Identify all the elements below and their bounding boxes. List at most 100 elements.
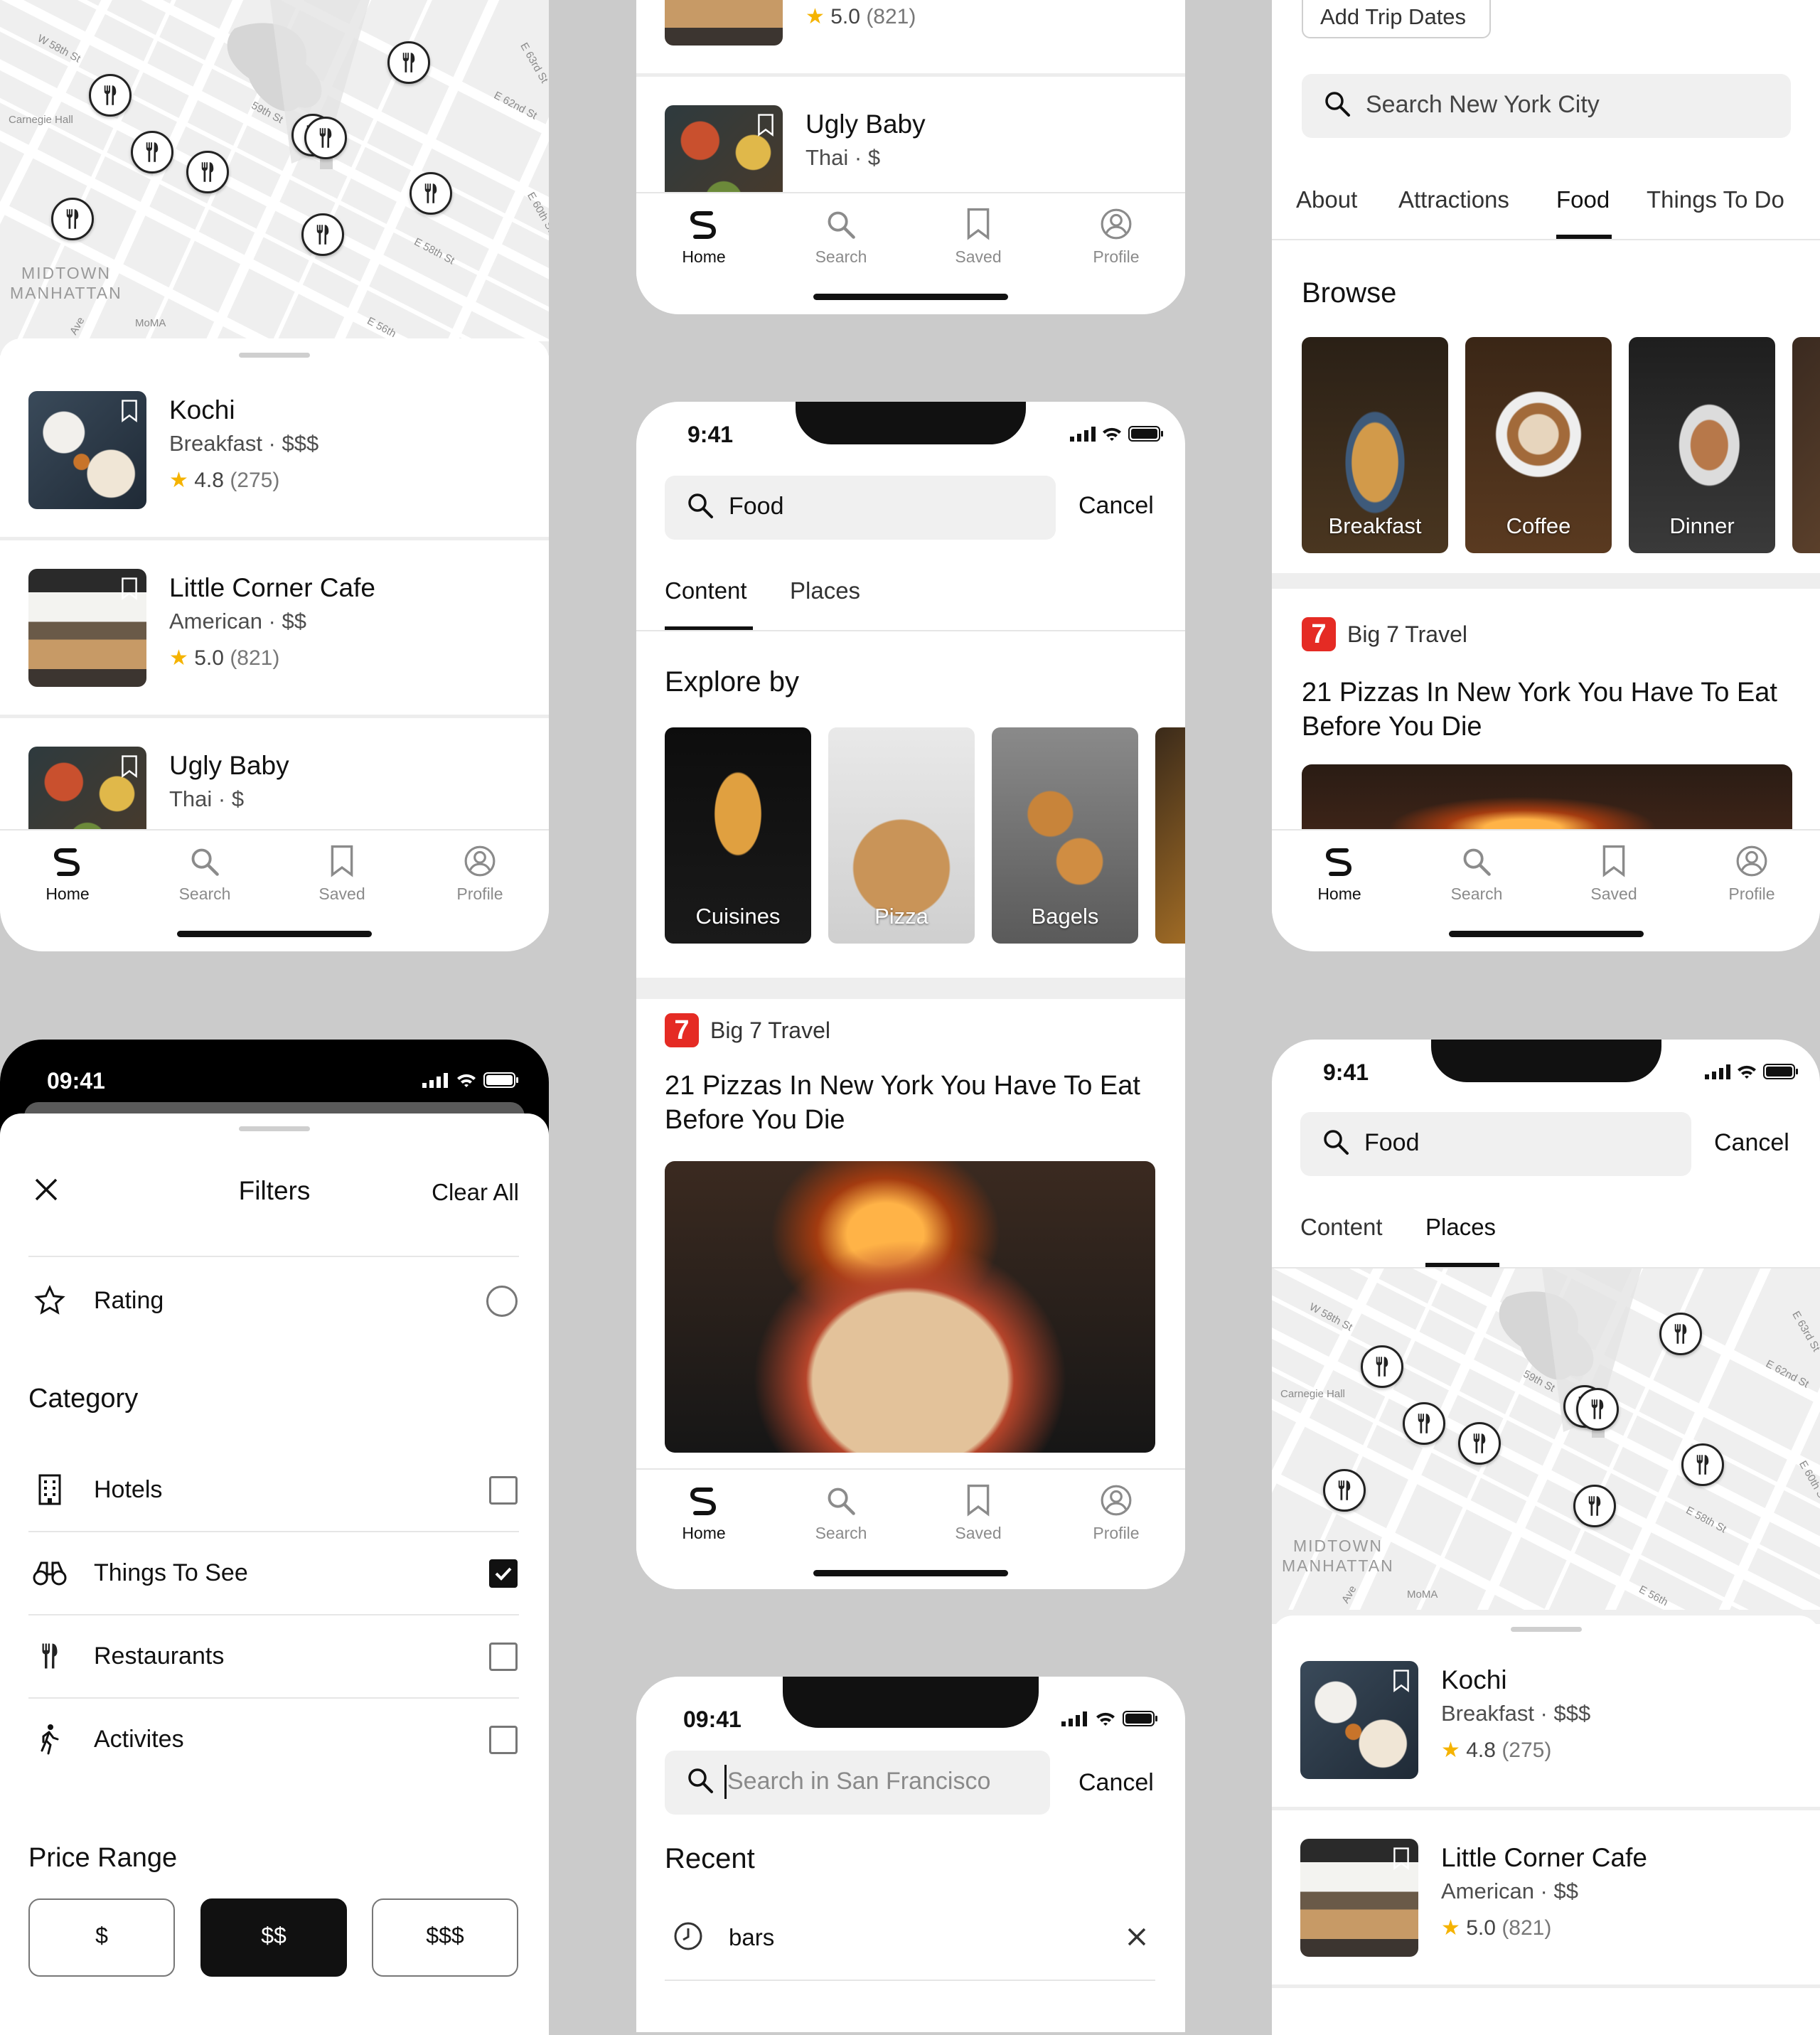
tab-home[interactable]: Home bbox=[1286, 840, 1393, 904]
list-item[interactable]: ★ 5.0 (821) bbox=[636, 0, 1185, 77]
tab-things-to-do[interactable]: Things To Do bbox=[1647, 186, 1784, 213]
restaurant-pin[interactable] bbox=[131, 131, 173, 173]
home-logo-icon bbox=[690, 1485, 718, 1517]
tab-food[interactable]: Food bbox=[1556, 186, 1610, 213]
city-search-placeholder: Search New York City bbox=[1366, 91, 1600, 118]
tab-attractions[interactable]: Attractions bbox=[1398, 186, 1509, 213]
restaurant-pin[interactable] bbox=[1681, 1443, 1724, 1486]
sheet-handle[interactable] bbox=[239, 353, 310, 358]
list-item[interactable]: Little Corner Cafe American · $$ ★ 5.0 (… bbox=[1272, 1810, 1820, 1988]
tab-home[interactable]: Home bbox=[651, 1480, 757, 1543]
status-time: 9:41 bbox=[1323, 1059, 1369, 1085]
recent-item[interactable]: bars bbox=[665, 1897, 1155, 1981]
browse-tile-more[interactable] bbox=[1792, 337, 1820, 553]
checkbox-hotels[interactable] bbox=[489, 1476, 518, 1505]
tab-profile[interactable]: Profile bbox=[427, 840, 533, 904]
restaurant-pin[interactable] bbox=[1576, 1388, 1619, 1431]
tab-saved[interactable]: Saved bbox=[925, 1480, 1032, 1543]
tab-content[interactable]: Content bbox=[1300, 1214, 1383, 1241]
tab-home[interactable]: Home bbox=[14, 840, 121, 904]
filter-activities[interactable]: Activites bbox=[28, 1699, 519, 1782]
restaurant-pin[interactable] bbox=[1323, 1469, 1366, 1512]
restaurant-pin[interactable] bbox=[387, 41, 430, 84]
tab-search[interactable]: Search bbox=[1423, 840, 1530, 904]
tab-home[interactable]: Home bbox=[651, 203, 757, 267]
tab-profile[interactable]: Profile bbox=[1063, 1480, 1169, 1543]
restaurant-pin[interactable] bbox=[51, 198, 94, 240]
tab-profile[interactable]: Profile bbox=[1698, 840, 1805, 904]
filter-restaurants[interactable]: Restaurants bbox=[28, 1615, 519, 1699]
tab-search[interactable]: Search bbox=[788, 203, 894, 267]
price-option-2[interactable]: $$ bbox=[200, 1898, 347, 1977]
list-item[interactable]: Kochi Breakfast · $$$ ★ 4.8 (275) bbox=[1272, 1633, 1820, 1810]
tab-about[interactable]: About bbox=[1296, 186, 1357, 213]
category-tile-cuisines[interactable]: Cuisines bbox=[665, 727, 811, 944]
add-trip-dates-button[interactable]: Add Trip Dates bbox=[1302, 0, 1491, 38]
tab-places[interactable]: Places bbox=[1425, 1214, 1496, 1241]
sheet-handle[interactable] bbox=[1511, 1627, 1582, 1632]
filter-things-to-see[interactable]: Things To See bbox=[28, 1532, 519, 1615]
category-tile-pizza[interactable]: Pizza bbox=[828, 727, 975, 944]
tab-profile[interactable]: Profile bbox=[1063, 203, 1169, 267]
category-tile-more[interactable] bbox=[1155, 727, 1185, 944]
map-view[interactable]: W 58th St 59th St E 63rd St E 62nd St E … bbox=[1272, 1268, 1820, 1624]
restaurant-pin[interactable] bbox=[1403, 1402, 1445, 1445]
search-input[interactable]: Food bbox=[1300, 1112, 1691, 1176]
tab-search[interactable]: Search bbox=[788, 1480, 894, 1543]
restaurant-pin[interactable] bbox=[186, 151, 229, 193]
restaurant-pin[interactable] bbox=[1458, 1422, 1501, 1465]
restaurant-pin[interactable] bbox=[1659, 1313, 1702, 1355]
restaurant-pin[interactable] bbox=[301, 213, 344, 256]
bookmark-icon[interactable] bbox=[121, 400, 138, 422]
sheet-handle[interactable] bbox=[239, 1126, 310, 1131]
article-image[interactable] bbox=[1302, 764, 1792, 835]
price-option-1[interactable]: $ bbox=[28, 1898, 175, 1977]
home-logo-icon bbox=[53, 846, 82, 877]
restaurant-pin[interactable] bbox=[1361, 1345, 1403, 1388]
restaurant-category: American · $$ bbox=[169, 609, 306, 634]
checkbox-activities[interactable] bbox=[489, 1726, 518, 1754]
bookmark-icon[interactable] bbox=[121, 755, 138, 778]
rating-radio[interactable] bbox=[486, 1286, 518, 1317]
city-search-input[interactable]: Search New York City bbox=[1302, 74, 1791, 138]
restaurant-pin[interactable] bbox=[1573, 1485, 1616, 1527]
browse-tile-breakfast[interactable]: Breakfast bbox=[1302, 337, 1448, 553]
checkbox-restaurants[interactable] bbox=[489, 1643, 518, 1671]
tab-saved[interactable]: Saved bbox=[925, 203, 1032, 267]
tab-places[interactable]: Places bbox=[790, 577, 860, 604]
category-tile-bagels[interactable]: Bagels bbox=[992, 727, 1138, 944]
price-option-3[interactable]: $$$ bbox=[372, 1898, 518, 1977]
list-item[interactable]: Kochi Breakfast · $$$ ★ 4.8 (275) bbox=[0, 363, 549, 540]
bookmark-icon[interactable] bbox=[1393, 1847, 1410, 1870]
tab-saved[interactable]: Saved bbox=[1561, 840, 1667, 904]
rating-row[interactable]: Rating bbox=[28, 1260, 519, 1343]
article-title[interactable]: 21 Pizzas In New York You Have To Eat Be… bbox=[1302, 675, 1777, 744]
status-icons bbox=[1060, 1711, 1158, 1726]
cancel-button[interactable]: Cancel bbox=[1078, 1769, 1154, 1797]
filter-hotels[interactable]: Hotels bbox=[28, 1449, 519, 1532]
bookmark-icon[interactable] bbox=[1393, 1670, 1410, 1692]
map-view[interactable]: W 58th St 59th St E 63rd St E 62nd St E … bbox=[0, 0, 549, 356]
article-image[interactable] bbox=[665, 1161, 1155, 1453]
search-content-screen: 9:41 Food Cancel Content Places Explore … bbox=[636, 402, 1185, 1589]
restaurant-pin[interactable] bbox=[89, 74, 132, 117]
bookmark-icon[interactable] bbox=[121, 577, 138, 600]
search-input[interactable]: Search in San Francisco bbox=[665, 1751, 1050, 1815]
cancel-button[interactable]: Cancel bbox=[1714, 1129, 1789, 1157]
search-input[interactable]: Food bbox=[665, 476, 1056, 540]
tab-search[interactable]: Search bbox=[151, 840, 258, 904]
tab-content[interactable]: Content bbox=[665, 577, 747, 604]
browse-tile-dinner[interactable]: Dinner bbox=[1629, 337, 1775, 553]
article-title[interactable]: 21 Pizzas In New York You Have To Eat Be… bbox=[665, 1069, 1140, 1137]
restaurant-pin[interactable] bbox=[304, 117, 347, 159]
tab-saved[interactable]: Saved bbox=[289, 840, 395, 904]
clear-all-button[interactable]: Clear All bbox=[432, 1179, 519, 1206]
star-icon: ★ bbox=[1441, 1738, 1460, 1762]
restaurant-pin[interactable] bbox=[410, 172, 452, 215]
checkbox-things-to-see[interactable] bbox=[489, 1559, 518, 1588]
list-item[interactable]: Little Corner Cafe American · $$ ★ 5.0 (… bbox=[0, 540, 549, 718]
browse-tile-coffee[interactable]: Coffee bbox=[1465, 337, 1612, 553]
bookmark-icon[interactable] bbox=[757, 114, 774, 137]
cancel-button[interactable]: Cancel bbox=[1078, 492, 1154, 520]
close-icon[interactable] bbox=[1127, 1927, 1147, 1947]
